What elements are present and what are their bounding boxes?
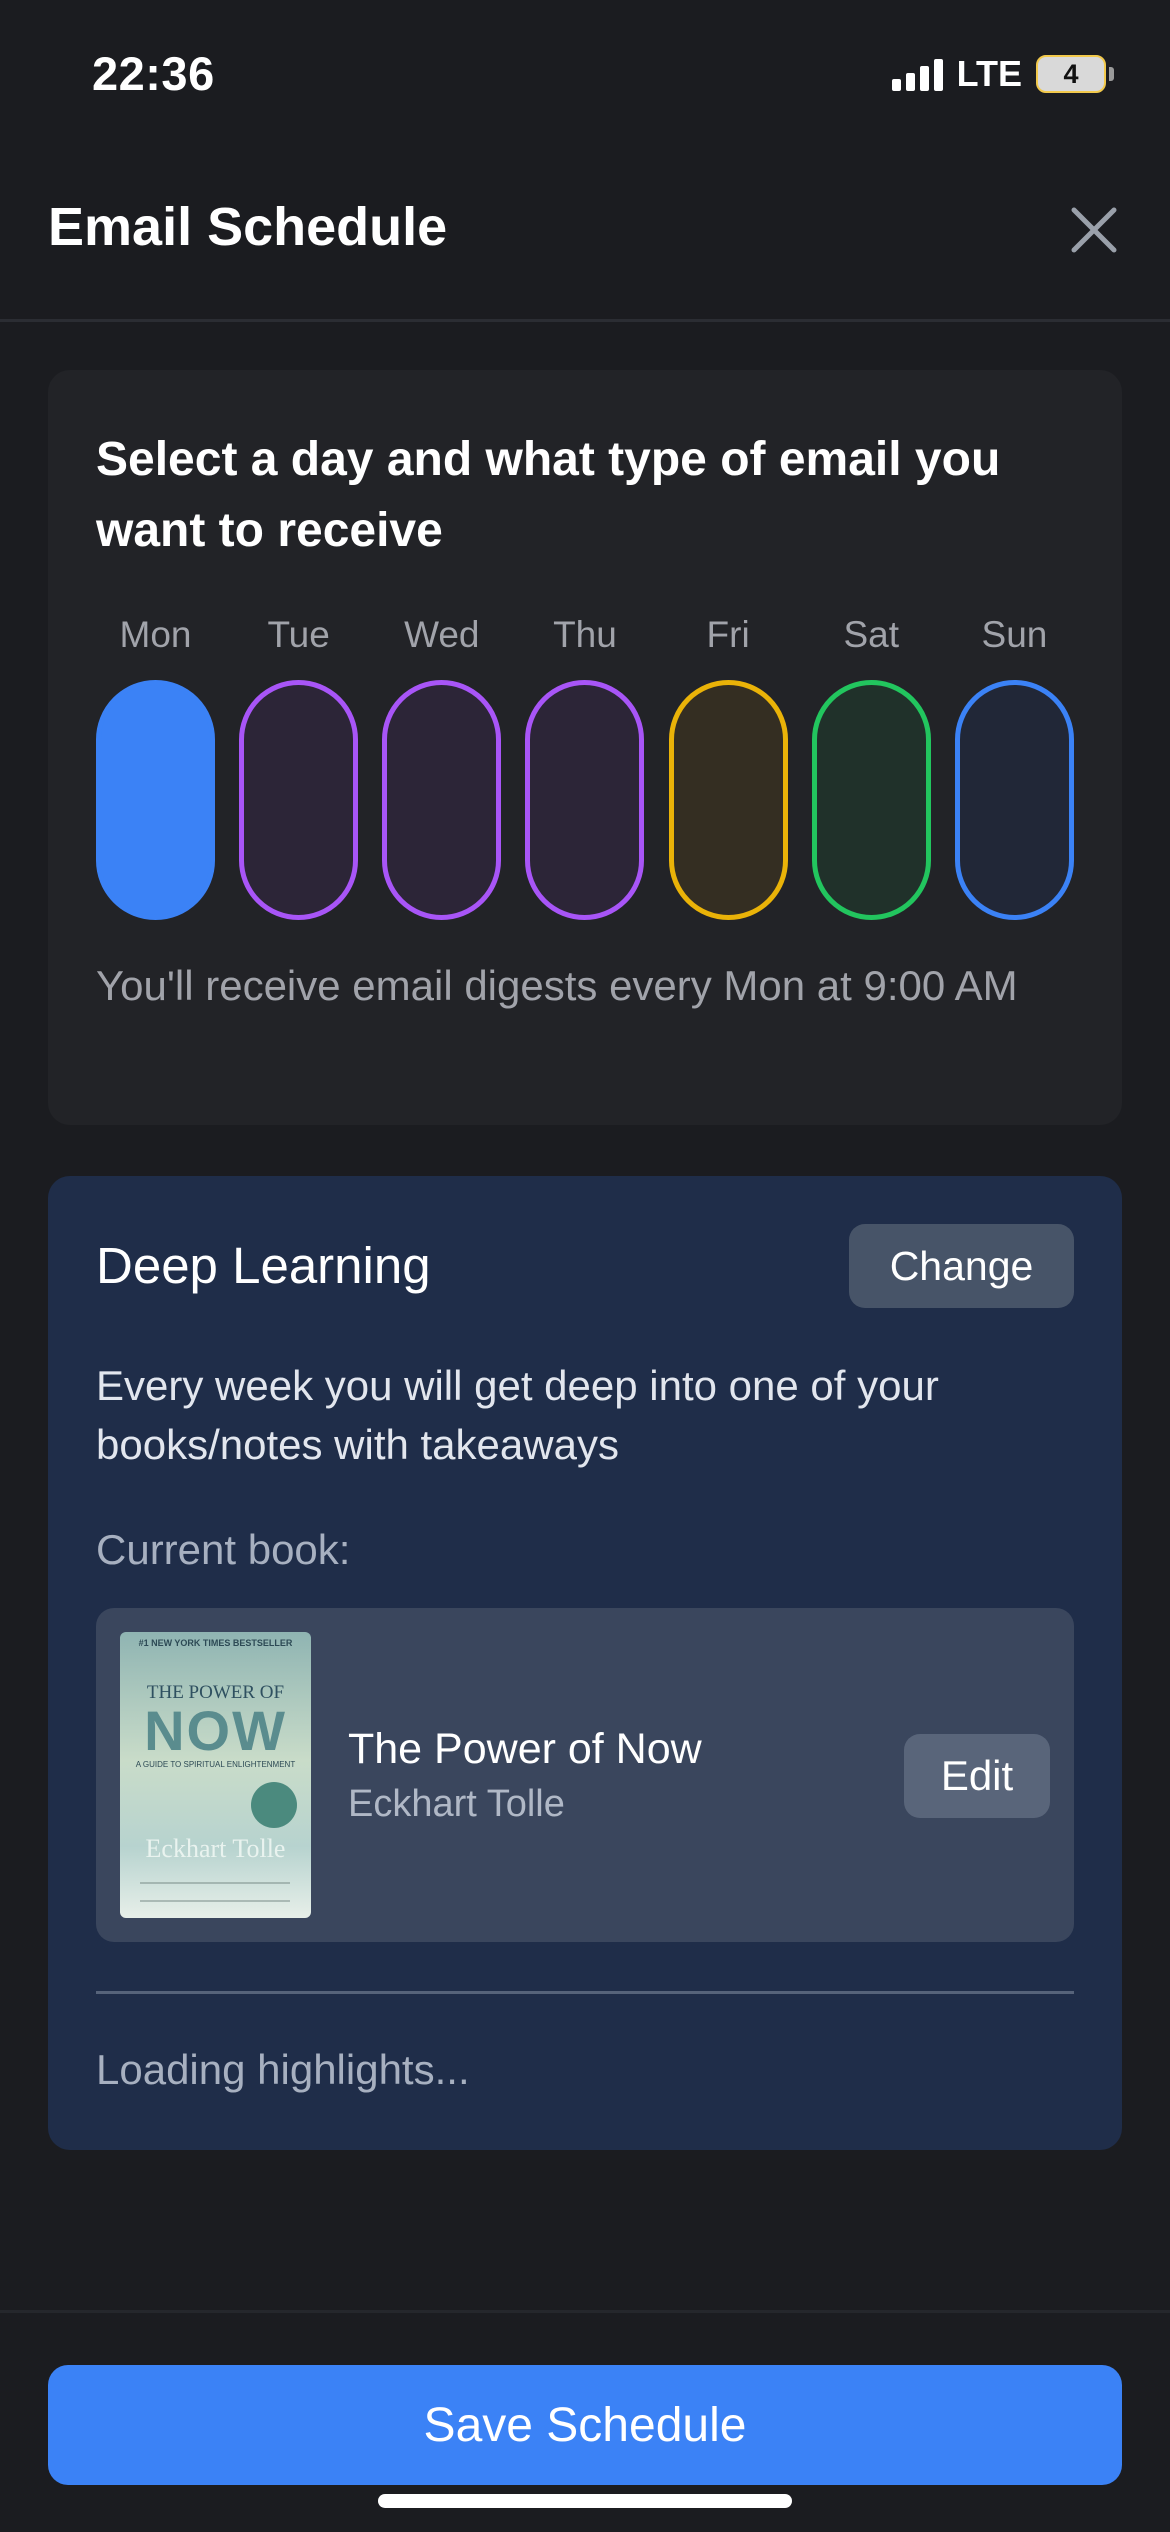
current-book: #1 NEW YORK TIMES BESTSELLER THE POWER O… [96, 1608, 1074, 1942]
day-label: Wed [404, 614, 480, 655]
divider [96, 1991, 1074, 1994]
signal-icon [891, 57, 943, 91]
day-wed[interactable]: Wed [382, 610, 502, 920]
change-button[interactable]: Change [849, 1224, 1074, 1308]
day-pill-sun[interactable] [954, 680, 1074, 920]
cover-title: NOW [144, 1699, 287, 1762]
deep-learning-card: Deep Learning Change Every week you will… [48, 1176, 1122, 2150]
book-cover-image: #1 NEW YORK TIMES BESTSELLER THE POWER O… [120, 1632, 311, 1918]
day-mon[interactable]: Mon [96, 610, 215, 920]
day-pill-thu[interactable] [525, 680, 645, 920]
email-type-description: Every week you will get deep into one of… [96, 1362, 939, 1468]
status-indicators: LTE 4 [891, 52, 1114, 96]
current-book-label: Current book: [96, 1526, 351, 1573]
edit-book-button[interactable]: Edit [904, 1734, 1050, 1818]
cover-author: Eckhart Tolle [145, 1834, 286, 1863]
day-sun[interactable]: Sun [954, 610, 1074, 920]
save-schedule-button[interactable]: Save Schedule [48, 2365, 1122, 2485]
home-indicator[interactable] [378, 2494, 792, 2508]
book-author: Eckhart Tolle [348, 1783, 565, 1825]
battery-level: 4 [1063, 58, 1079, 89]
day-label: Mon [119, 614, 192, 655]
close-button[interactable] [1066, 202, 1122, 258]
day-label: Sat [843, 614, 900, 655]
day-pill-mon[interactable] [96, 680, 215, 920]
cover-subtitle: A GUIDE TO SPIRITUAL ENLIGHTENMENT [135, 1760, 296, 1769]
status-bar: 22:36 LTE 4 [0, 0, 1170, 150]
day-label: Tue [267, 614, 330, 655]
schedule-summary: You'll receive email digests every Mon a… [96, 962, 1018, 1009]
day-pill-fri[interactable] [668, 680, 788, 920]
day-pill-tue[interactable] [239, 680, 359, 920]
day-picker: Mon Tue Wed Thu Fri Sat Sun [96, 610, 1074, 920]
highlights-loading-text: Loading highlights... [96, 2046, 470, 2093]
modal-header: Email Schedule [0, 150, 1170, 322]
day-fri[interactable]: Fri [668, 610, 788, 920]
status-time: 22:36 [92, 47, 215, 100]
day-tue[interactable]: Tue [239, 610, 359, 920]
battery-tip [1109, 67, 1114, 81]
day-pill-sat[interactable] [811, 680, 931, 920]
network-label: LTE [956, 53, 1022, 94]
page-title: Email Schedule [48, 197, 448, 257]
cover-bestseller-line: #1 NEW YORK TIMES BESTSELLER [138, 1638, 293, 1648]
day-label: Fri [706, 614, 750, 655]
email-type-title: Deep Learning [96, 1237, 431, 1294]
day-thu[interactable]: Thu [525, 610, 645, 920]
day-selection-card: Select a day and what type of email you … [48, 370, 1122, 1125]
day-label: Sun [981, 614, 1048, 655]
battery-icon: 4 [1036, 55, 1106, 93]
day-selection-heading: Select a day and what type of email you … [96, 433, 1001, 557]
cover-quote [140, 1882, 290, 1902]
day-pill-wed[interactable] [382, 680, 502, 920]
close-icon [1071, 207, 1117, 253]
book-title: The Power of Now [348, 1725, 702, 1773]
day-sat[interactable]: Sat [811, 610, 931, 920]
cover-seal [251, 1782, 297, 1828]
day-label: Thu [553, 614, 617, 655]
